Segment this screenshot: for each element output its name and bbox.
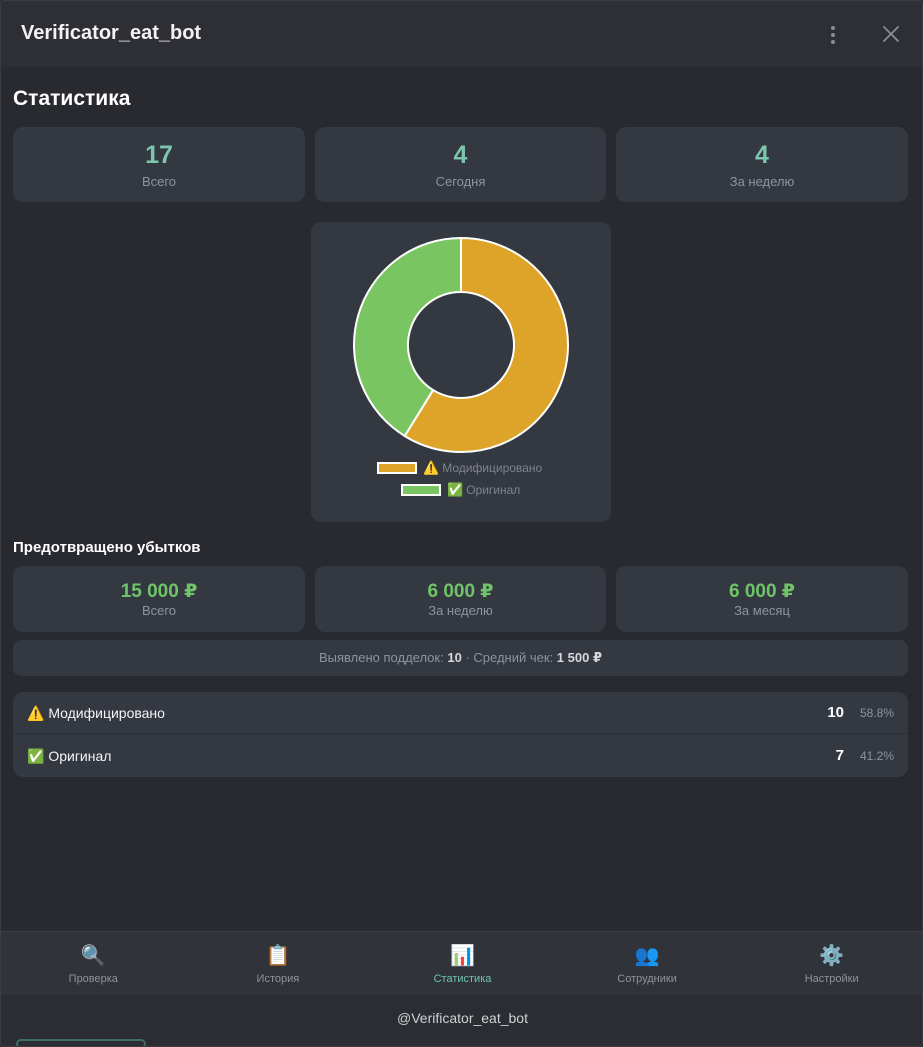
breakdown-count: 7 [835, 747, 844, 764]
title-bar: Verificator_eat_bot [1, 1, 922, 67]
breakdown-row-original[interactable]: ✅ Оригинал 7 41.2% [13, 735, 908, 777]
breakdown-label: Модифицировано [48, 705, 165, 721]
nav-item-settings[interactable]: ⚙️ Настройки [739, 932, 922, 995]
breakdown-percent: 58.8% [859, 706, 894, 720]
nav-label: Статистика [433, 973, 492, 985]
breakdown-percent: 41.2% [859, 749, 894, 763]
magnifier-icon: 🔍 [80, 945, 106, 967]
donut-chart [353, 236, 569, 453]
loss-value: 15 000 ₽ [120, 581, 198, 602]
avg-check-value: 1 500 ₽ [556, 650, 602, 665]
legend-swatch-modified [377, 462, 417, 474]
warning-icon: ⚠️ [423, 460, 440, 475]
loss-card-week: 6 000 ₽ За неделю [315, 566, 606, 632]
stat-card-today: 4 Сегодня [315, 127, 606, 202]
loss-label: Всего [141, 603, 177, 618]
stats-page: Статистика 17 Всего 4 Сегодня 4 За недел… [1, 67, 922, 931]
stat-card-total: 17 Всего [13, 127, 305, 202]
breakdown-label: Оригинал [48, 748, 112, 764]
stat-value: 4 [755, 141, 769, 169]
bottom-nav: 🔍 Проверка 📋 История 📊 Статистика 👥 Сотр… [1, 931, 922, 995]
stat-value: 17 [145, 141, 173, 169]
breakdown-list: ⚠️ Модифицировано 10 58.8% ✅ Оригинал 7 … [13, 692, 908, 777]
fakes-count: 10 [447, 650, 462, 665]
fakes-summary: Выявлено подделок: 10 · Средний чек: 1 5… [13, 640, 908, 676]
bot-window: Verificator_eat_bot Статистика 17 Всего … [0, 0, 923, 1047]
warning-icon: ⚠️ [27, 705, 45, 721]
legend-label: Модифицировано [442, 461, 543, 475]
loss-value: 6 000 ₽ [427, 581, 494, 602]
check-icon: ✅ [27, 748, 45, 764]
legend-entry-modified[interactable]: ⚠️ Модифицировано [377, 460, 542, 476]
donut-chart-card: ⚠️ Модифицировано ✅ Оригинал [311, 222, 611, 522]
page-title: Статистика [13, 87, 131, 110]
clipboard-icon: 📋 [265, 945, 291, 967]
nav-label: Сотрудники [617, 973, 677, 985]
check-icon: ✅ [447, 482, 464, 497]
stat-label: Сегодня [435, 174, 486, 189]
loss-label: За неделю [428, 603, 493, 618]
loss-card-total: 15 000 ₽ Всего [13, 566, 305, 632]
legend-label: Оригинал [466, 483, 521, 497]
nav-item-staff[interactable]: 👥 Сотрудники [555, 932, 740, 995]
loss-label: За месяц [734, 603, 790, 618]
home-indicator [16, 1039, 146, 1046]
nav-label: Настройки [804, 973, 859, 985]
breakdown-row-modified[interactable]: ⚠️ Модифицировано 10 58.8% [13, 692, 908, 734]
more-menu-icon[interactable] [821, 21, 845, 49]
stat-label: Всего [141, 174, 177, 189]
close-icon[interactable] [879, 21, 903, 47]
bot-handle: @Verificator_eat_bot [397, 1010, 528, 1026]
stat-label: За неделю [729, 174, 795, 189]
nav-label: Проверка [68, 973, 118, 985]
nav-item-stats[interactable]: 📊 Статистика [370, 932, 555, 995]
losses-title: Предотвращено убытков [13, 539, 201, 556]
gear-icon: ⚙️ [819, 945, 845, 967]
nav-label: История [256, 973, 300, 985]
people-icon: 👥 [634, 945, 660, 967]
footer: @Verificator_eat_bot [1, 995, 922, 1046]
legend-swatch-original [401, 484, 441, 496]
stat-value: 4 [453, 141, 468, 169]
breakdown-count: 10 [827, 704, 844, 721]
stat-card-week: 4 За неделю [616, 127, 908, 202]
legend-entry-original[interactable]: ✅ Оригинал [401, 482, 520, 498]
avg-check-label: Средний чек: [473, 650, 554, 665]
nav-item-check[interactable]: 🔍 Проверка [1, 932, 186, 995]
bar-chart-icon: 📊 [450, 945, 475, 967]
separator: · [465, 650, 470, 665]
window-title: Verificator_eat_bot [21, 22, 202, 44]
nav-item-history[interactable]: 📋 История [186, 932, 371, 995]
loss-value: 6 000 ₽ [728, 581, 796, 602]
loss-card-month: 6 000 ₽ За месяц [616, 566, 908, 632]
fakes-label: Выявлено подделок: [319, 650, 444, 665]
